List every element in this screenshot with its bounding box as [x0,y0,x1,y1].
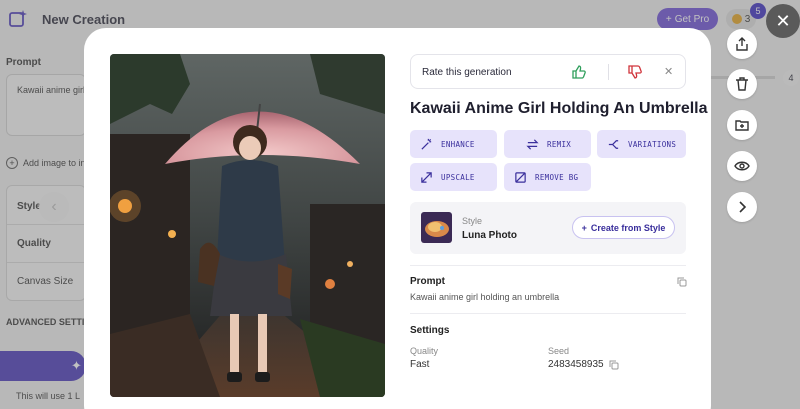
eye-icon [734,161,750,171]
create-from-style-label: Create from Style [590,222,666,233]
remix-label: REMIX [547,139,572,149]
divider [410,265,686,266]
plus-icon: + [581,222,587,233]
folder-icon [735,120,749,131]
seed-key: Seed [548,346,570,356]
magic-wand-icon [421,138,432,150]
close-modal-button[interactable]: ✕ [766,4,800,38]
dismiss-rating-button[interactable]: ✕ [664,65,673,78]
upscale-label: UPSCALE [441,172,475,182]
toggle-visibility-button[interactable] [727,151,757,181]
enhance-label: ENHANCE [441,139,475,149]
style-name: Luna Photo [462,230,517,241]
quality-key: Quality [410,346,439,356]
thumbs-down-icon[interactable] [627,64,643,80]
generation-title: Kawaii Anime Girl Holding An Umbrella [410,100,708,117]
style-card: Style Luna Photo + Create from Style [410,202,686,254]
chevron-right-icon [739,201,747,213]
rating-bar: Rate this generation ✕ [410,54,686,89]
trash-icon [736,77,748,91]
upscale-button[interactable]: UPSCALE [410,163,497,191]
divider [410,313,686,314]
delete-button[interactable] [727,69,757,99]
prompt-heading: Prompt [410,276,445,287]
generation-detail-modal: Rate this generation ✕ Kawaii Anime Girl… [84,28,711,409]
remix-icon [526,138,539,150]
generated-image[interactable] [110,54,385,397]
rate-label: Rate this generation [422,67,512,78]
thumbs-up-icon[interactable] [571,64,587,80]
close-icon: ✕ [775,10,791,31]
remove-bg-label: REMOVE BG [535,172,579,182]
style-thumbnail [421,212,452,243]
settings-heading: Settings [410,325,450,336]
remove-bg-icon [515,171,526,183]
style-kicker: Style [462,216,483,226]
variations-icon [608,139,619,149]
variations-label: VARIATIONS [628,139,677,149]
copy-seed-icon[interactable] [609,360,619,370]
rating-separator [608,64,609,80]
share-button[interactable] [727,29,757,59]
enhance-button[interactable]: ENHANCE [410,130,497,158]
seed-value: 2483458935 [548,359,604,370]
upscale-icon [421,171,432,183]
remove-bg-button[interactable]: REMOVE BG [504,163,591,191]
prompt-text: Kawaii anime girl holding an umbrella [410,292,560,302]
save-to-folder-button[interactable] [727,110,757,140]
remix-button[interactable]: REMIX [504,130,591,158]
next-image-button[interactable] [727,192,757,222]
create-from-style-button[interactable]: + Create from Style [572,216,675,239]
quality-value: Fast [410,359,430,370]
copy-prompt-icon[interactable] [677,277,687,287]
style-thumbnail-art [421,212,452,243]
share-icon [736,37,748,51]
generated-image-artwork [110,54,385,397]
variations-button[interactable]: VARIATIONS [597,130,686,158]
